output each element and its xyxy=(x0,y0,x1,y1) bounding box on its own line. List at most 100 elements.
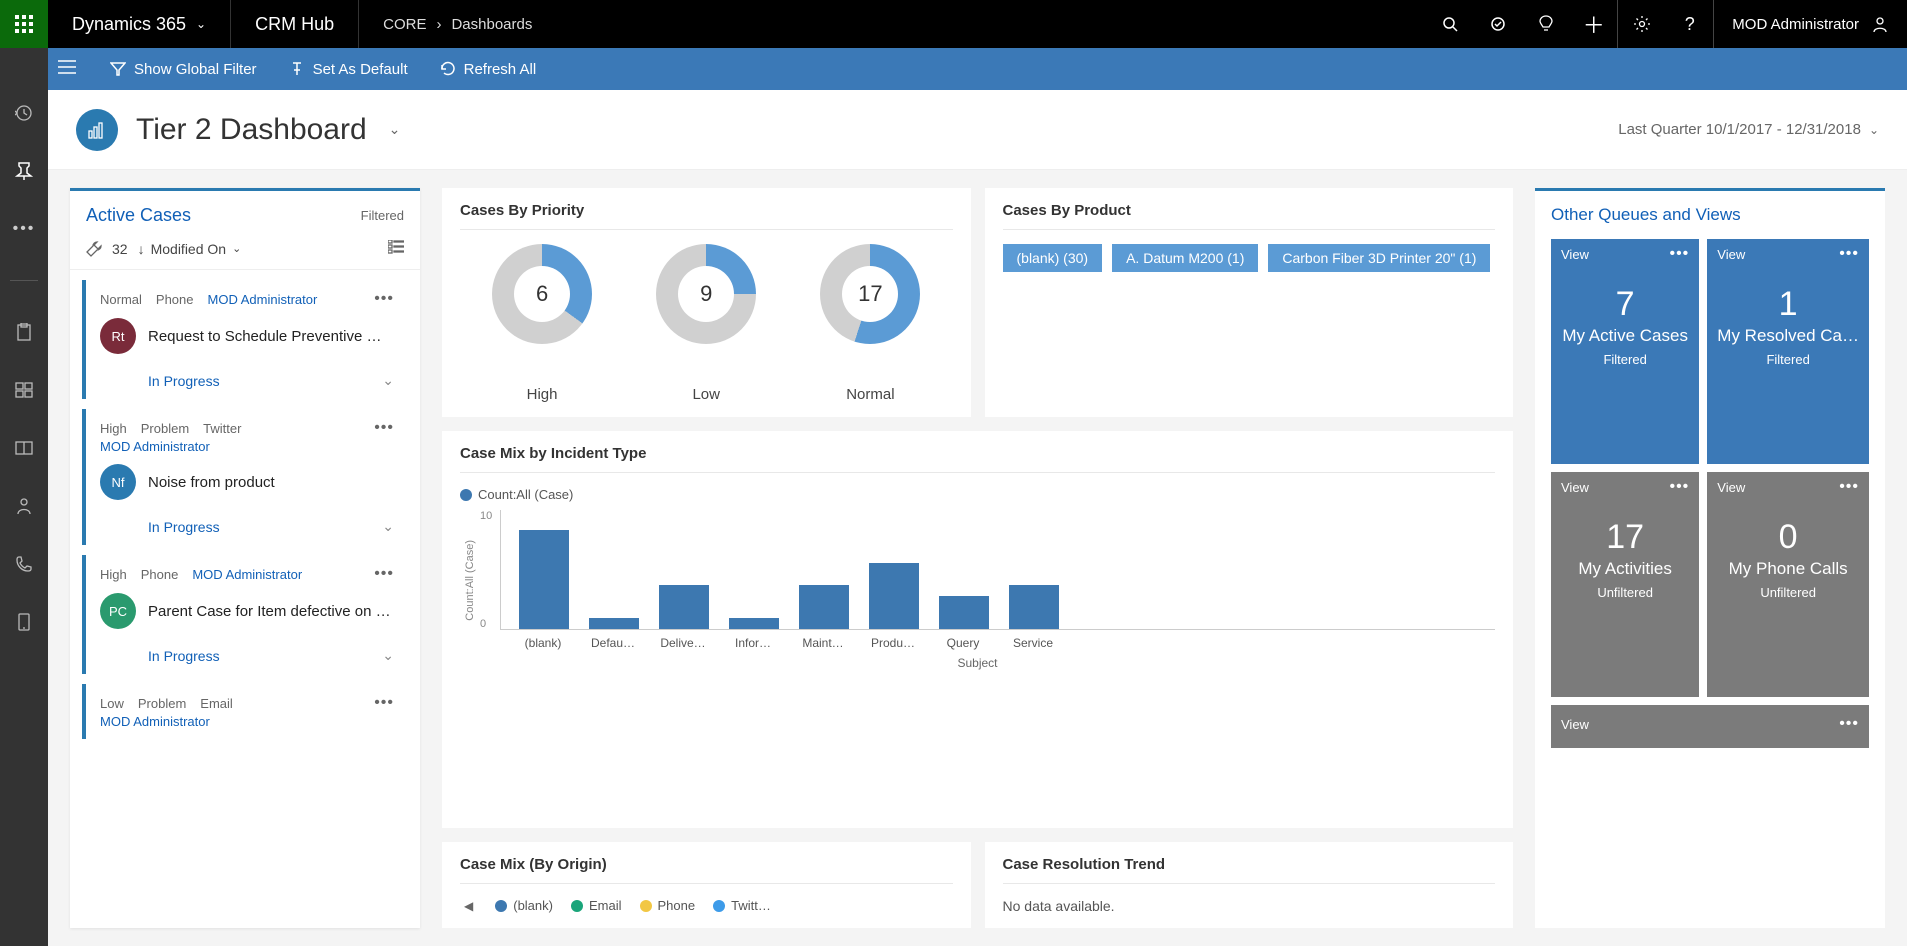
case-card[interactable]: High Phone MOD Administrator ••• PC Pare… xyxy=(82,555,404,674)
more-icon[interactable]: ••• xyxy=(374,694,394,712)
queue-tile[interactable]: View ••• xyxy=(1551,705,1869,748)
chevron-down-icon: ⌄ xyxy=(232,242,241,255)
arrow-down-icon: ↓ xyxy=(138,241,145,257)
more-icon[interactable]: ••• xyxy=(1669,478,1689,496)
more-icon[interactable]: ••• xyxy=(374,565,394,583)
view-link[interactable]: View xyxy=(1561,247,1589,262)
contact-icon[interactable] xyxy=(0,491,48,521)
queue-tile[interactable]: View ••• 0 My Phone Calls Unfiltered xyxy=(1707,472,1869,697)
arrow-left-icon[interactable]: ◀ xyxy=(460,899,477,913)
recent-icon[interactable] xyxy=(0,98,48,128)
bar[interactable] xyxy=(869,563,919,629)
show-global-filter-button[interactable]: Show Global Filter xyxy=(104,61,263,78)
donut-chart[interactable]: 6 High xyxy=(492,244,592,403)
brand-dropdown[interactable]: Dynamics 365 ⌄ xyxy=(48,0,231,48)
more-icon[interactable]: ••• xyxy=(1839,478,1859,496)
pinned-icon[interactable] xyxy=(0,156,48,186)
view-link[interactable]: View xyxy=(1561,717,1589,732)
case-count: 32 xyxy=(112,241,128,257)
x-tick: Query xyxy=(938,636,988,650)
more-icon[interactable]: ••• xyxy=(1839,715,1859,733)
set-default-button[interactable]: Set As Default xyxy=(283,61,414,78)
donut-chart[interactable]: 17 Normal xyxy=(820,244,920,403)
queue-icon[interactable] xyxy=(0,375,48,405)
donut-label: Normal xyxy=(846,362,894,403)
legend-dot xyxy=(460,489,472,501)
case-card[interactable]: Normal Phone MOD Administrator ••• Rt Re… xyxy=(82,280,404,399)
legend-item[interactable]: Email xyxy=(571,898,622,913)
call-icon[interactable] xyxy=(0,549,48,579)
cases-by-priority-card: Cases By Priority 6 High 9 Low 17 Normal xyxy=(442,188,971,417)
product-tag[interactable]: A. Datum M200 (1) xyxy=(1112,244,1258,272)
case-status-dropdown[interactable]: In Progress⌄ xyxy=(100,372,394,389)
view-link[interactable]: View xyxy=(1717,480,1745,495)
more-icon[interactable]: ••• xyxy=(1839,245,1859,263)
case-card[interactable]: High Problem Twitter ••• MOD Administrat… xyxy=(82,409,404,545)
chevron-down-icon[interactable]: ⌄ xyxy=(389,121,401,138)
view-link[interactable]: View xyxy=(1717,247,1745,262)
view-toggle-icon[interactable] xyxy=(388,240,404,257)
y-tick: 0 xyxy=(480,618,486,630)
queue-tile[interactable]: View ••• 1 My Resolved Ca… Filtered xyxy=(1707,239,1869,464)
more-icon[interactable]: ••• xyxy=(1669,245,1689,263)
product-tag[interactable]: (blank) (30) xyxy=(1003,244,1103,272)
case-owner[interactable]: MOD Administrator xyxy=(208,292,318,307)
origin-legend: ◀ (blank) Email Phone Twitt… xyxy=(460,898,953,913)
refresh-all-button[interactable]: Refresh All xyxy=(434,61,543,78)
queue-tile[interactable]: View ••• 7 My Active Cases Filtered xyxy=(1551,239,1699,464)
bar[interactable] xyxy=(1009,585,1059,629)
case-priority: Low xyxy=(100,696,124,711)
avatar: Rt xyxy=(100,318,136,354)
bar[interactable] xyxy=(519,530,569,629)
bar[interactable] xyxy=(589,618,639,629)
breadcrumb-leaf: Dashboards xyxy=(451,16,532,33)
sort-dropdown[interactable]: ↓ Modified On ⌄ xyxy=(138,241,242,257)
product-tag[interactable]: Carbon Fiber 3D Printer 20" (1) xyxy=(1268,244,1490,272)
clipboard-icon[interactable] xyxy=(0,317,48,347)
more-icon[interactable]: ••• xyxy=(374,290,394,308)
hamburger-icon[interactable] xyxy=(58,60,84,78)
tile-count: 0 xyxy=(1717,518,1859,557)
view-link[interactable]: View xyxy=(1561,480,1589,495)
device-icon[interactable] xyxy=(0,607,48,637)
chevron-right-icon: › xyxy=(436,16,441,33)
x-tick: Defau… xyxy=(588,636,638,650)
settings-icon[interactable] xyxy=(1617,0,1665,48)
case-owner[interactable]: MOD Administrator xyxy=(192,567,302,582)
case-status-dropdown[interactable]: In Progress⌄ xyxy=(100,518,394,535)
add-icon[interactable]: ＋ xyxy=(1569,0,1617,48)
date-range-picker[interactable]: Last Quarter 10/1/2017 - 12/31/2018 ⌄ xyxy=(1618,121,1879,138)
help-icon[interactable]: ? xyxy=(1665,0,1713,48)
bar[interactable] xyxy=(799,585,849,629)
legend-item[interactable]: Twitt… xyxy=(713,898,771,913)
bars-area xyxy=(500,510,1495,630)
legend-label: Twitt… xyxy=(731,898,771,913)
legend-dot xyxy=(640,900,652,912)
knowledge-icon[interactable] xyxy=(0,433,48,463)
case-list[interactable]: Normal Phone MOD Administrator ••• Rt Re… xyxy=(70,270,420,928)
legend-item[interactable]: (blank) xyxy=(495,898,553,913)
tile-count: 17 xyxy=(1561,518,1689,557)
breadcrumb[interactable]: CORE › Dashboards xyxy=(359,0,556,48)
search-icon[interactable] xyxy=(1425,0,1473,48)
task-icon[interactable] xyxy=(1473,0,1521,48)
legend-dot xyxy=(713,900,725,912)
lightbulb-icon[interactable] xyxy=(1521,0,1569,48)
more-icon[interactable]: ••• xyxy=(0,214,48,244)
donut-chart[interactable]: 9 Low xyxy=(656,244,756,403)
wrench-icon[interactable] xyxy=(86,241,102,257)
app-launcher[interactable] xyxy=(0,0,48,48)
legend-item[interactable]: Phone xyxy=(640,898,696,913)
user-menu[interactable]: MOD Administrator xyxy=(1713,0,1907,48)
bar[interactable] xyxy=(659,585,709,629)
chart-legend: Count:All (Case) xyxy=(460,487,1495,502)
case-mix-origin-card: Case Mix (By Origin) ◀ (blank)EmailPhone… xyxy=(442,842,971,928)
case-card[interactable]: Low Problem Email ••• MOD Administrator xyxy=(82,684,404,739)
queue-tile[interactable]: View ••• 17 My Activities Unfiltered xyxy=(1551,472,1699,697)
case-status-dropdown[interactable]: In Progress⌄ xyxy=(100,647,394,664)
more-icon[interactable]: ••• xyxy=(374,419,394,437)
bar[interactable] xyxy=(939,596,989,629)
filter-indicator: Filtered xyxy=(361,208,404,223)
bar[interactable] xyxy=(729,618,779,629)
panel-title: Other Queues and Views xyxy=(1551,205,1869,225)
